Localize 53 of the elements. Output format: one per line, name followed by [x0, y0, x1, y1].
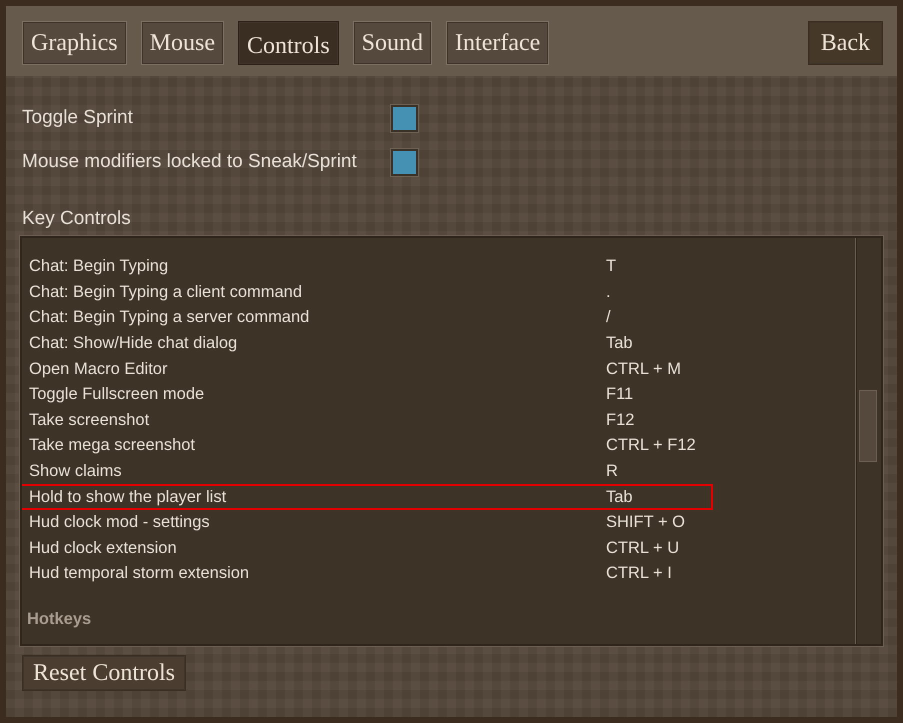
key-label: SHIFT + O	[606, 513, 686, 532]
back-button[interactable]: Back	[808, 21, 883, 65]
key-binding-row[interactable]: Take mega screenshot CTRL + F12	[22, 433, 713, 459]
action-label: Show claims	[29, 462, 123, 482]
action-label: Take screenshot	[29, 410, 150, 430]
key-label: R	[606, 462, 618, 482]
key-label: T	[606, 257, 616, 276]
key-label: CTRL + U	[606, 538, 680, 558]
section-title: Key Controls	[21, 207, 132, 231]
settings-tab[interactable]: Mouse	[140, 21, 224, 65]
key-binding-row[interactable]: Chat: Show/Hide chat dialog Tab	[22, 330, 713, 356]
action-label: Hud clock extension	[29, 538, 178, 558]
settings-tab[interactable]: Sound	[352, 21, 432, 65]
action-label: Toggle Fullscreen mode	[29, 385, 206, 404]
key-label: CTRL + F12	[606, 436, 696, 456]
key-binding-row[interactable]: Hold to show the player list Tab	[22, 484, 713, 510]
key-binding-row[interactable]: Chat: Begin Typing a client command .	[22, 280, 713, 306]
key-label: F11	[606, 385, 634, 404]
action-label: Chat: Show/Hide chat dialog	[29, 334, 238, 354]
checkbox[interactable]	[391, 148, 418, 176]
key-binding-row[interactable]: Chat: Begin Typing T	[22, 254, 713, 280]
settings-tab[interactable]: Graphics	[22, 21, 127, 65]
group-heading: Hotkeys	[27, 609, 92, 630]
key-label: Tab	[606, 334, 633, 354]
action-label: Take mega screenshot	[29, 436, 196, 456]
action-label: Open Macro Editor	[29, 360, 168, 379]
action-label: Hold to show the player list	[29, 488, 228, 507]
action-label: Chat: Begin Typing a server command	[29, 308, 310, 328]
key-binding-row[interactable]: Hud temporal storm extension CTRL + I	[22, 561, 713, 587]
key-binding-row[interactable]: Toggle Fullscreen mode F11	[22, 382, 713, 408]
key-label: CTRL + M	[606, 360, 682, 379]
action-label: Hud clock mod - settings	[29, 513, 211, 532]
key-label: .	[606, 282, 611, 302]
settings-tab[interactable]: Controls	[238, 21, 339, 65]
setting-label: Mouse modifiers locked to Sneak/Sprint	[22, 151, 358, 173]
key-binding-row[interactable]: Open Macro Editor CTRL + M	[22, 356, 713, 382]
key-binding-row[interactable]: Take screenshot F12	[22, 408, 713, 434]
scrollbar-thumb[interactable]	[859, 390, 877, 462]
reset-controls-button[interactable]: Reset Controls	[22, 655, 186, 691]
key-binding-row[interactable]: Hud clock mod - settings SHIFT + O	[22, 510, 713, 536]
key-binding-row[interactable]: Hud clock extension CTRL + U	[22, 536, 713, 562]
checkbox[interactable]	[391, 104, 418, 132]
key-label: Tab	[606, 488, 633, 507]
action-label: Chat: Begin Typing a client command	[29, 282, 304, 302]
key-binding-row[interactable]: Show claims R	[22, 458, 713, 484]
action-label: Chat: Begin Typing	[29, 257, 170, 276]
key-label: /	[606, 308, 611, 328]
setting-label: Toggle Sprint	[22, 107, 134, 129]
settings-tab[interactable]: Interface	[446, 21, 550, 65]
key-label: CTRL + I	[606, 564, 672, 584]
key-binding-row[interactable]: Chat: Begin Typing a server command /	[22, 305, 713, 331]
action-label: Hud temporal storm extension	[29, 564, 250, 584]
key-label: F12	[606, 410, 634, 430]
